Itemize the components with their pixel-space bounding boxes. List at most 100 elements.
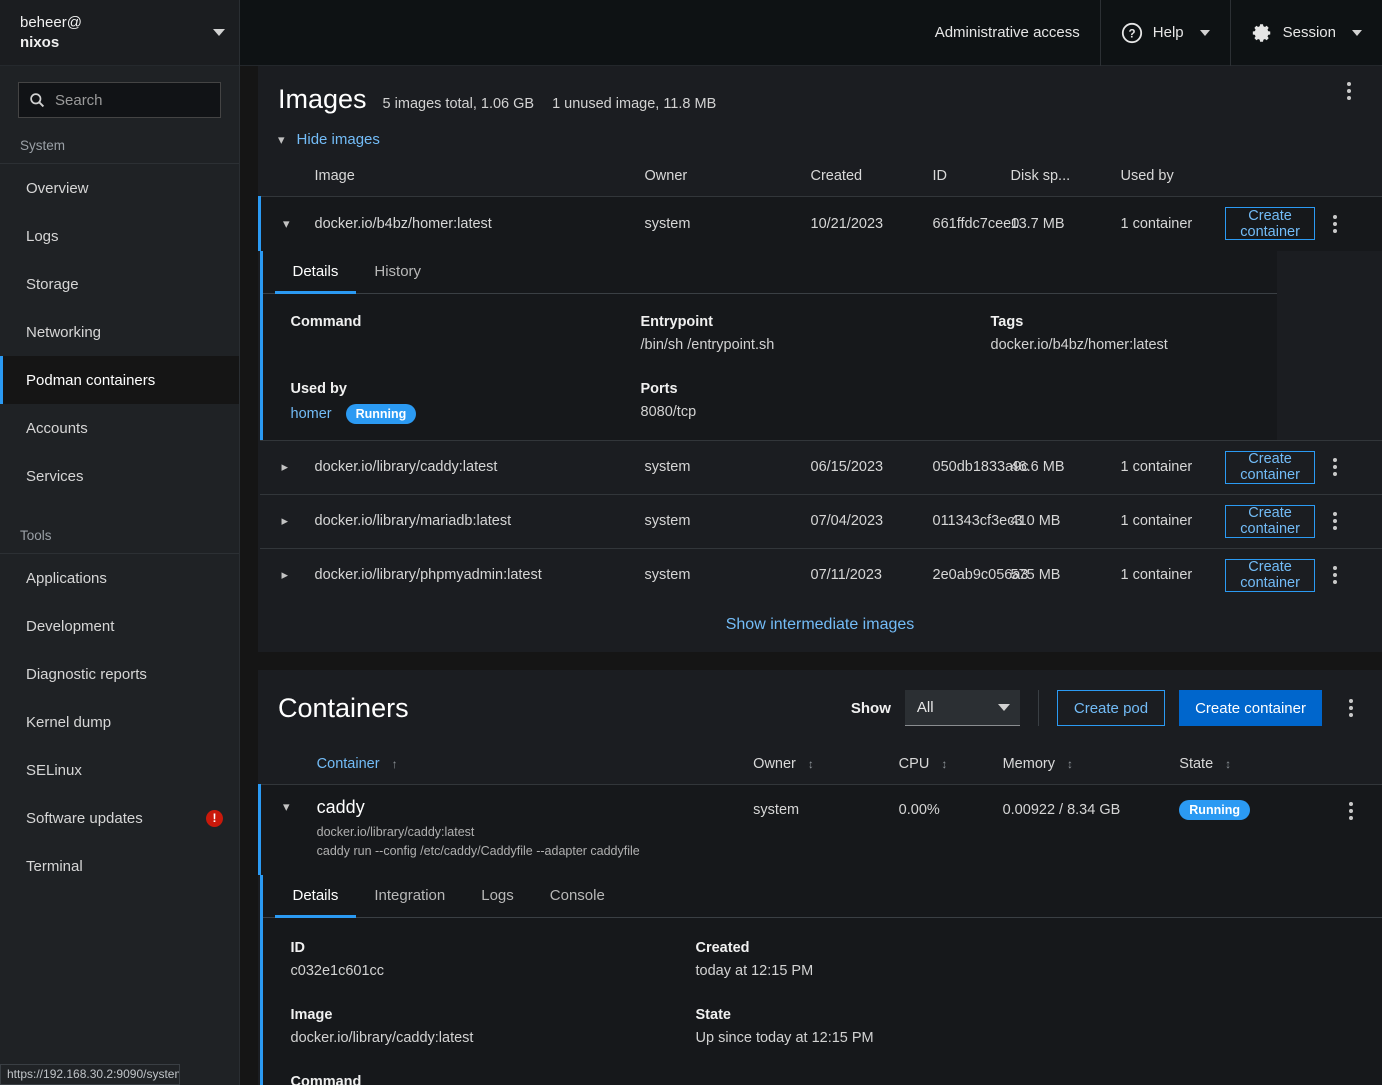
search-box[interactable] xyxy=(18,82,221,118)
sidebar-item-label: Services xyxy=(26,468,84,485)
sidebar-item-label: Kernel dump xyxy=(26,714,111,731)
detail-command-label: Command xyxy=(291,314,641,330)
row-expand-toggle[interactable]: ▸ xyxy=(282,459,289,474)
sidebar-item-networking[interactable]: Networking xyxy=(0,308,239,356)
detail-ports-label: Ports xyxy=(641,381,991,397)
sidebar-item-storage[interactable]: Storage xyxy=(0,260,239,308)
sidebar-item-label: Terminal xyxy=(26,858,83,875)
session-menu-button[interactable]: Session xyxy=(1230,0,1382,66)
hide-images-toggle[interactable]: ▾ Hide images xyxy=(258,115,1382,158)
nav-group-label-tools: Tools xyxy=(0,520,239,554)
detail-id-label: ID xyxy=(291,940,696,956)
sidebar-item-label: Development xyxy=(26,618,114,635)
col-owner[interactable]: Owner ↕ xyxy=(753,746,899,785)
sidebar-item-terminal[interactable]: Terminal xyxy=(0,842,239,890)
row-expand-toggle[interactable]: ▸ xyxy=(282,567,289,582)
tab-integration[interactable]: Integration xyxy=(356,875,463,918)
table-row[interactable]: ▸ docker.io/library/phpmyadmin:latest sy… xyxy=(260,548,1382,602)
search-input[interactable] xyxy=(55,92,254,109)
tab-details[interactable]: Details xyxy=(275,875,357,918)
image-disk: 410 MB xyxy=(1011,494,1121,548)
row-kebab-menu[interactable] xyxy=(1333,458,1337,476)
image-created: 07/04/2023 xyxy=(811,494,933,548)
row-expand-toggle[interactable]: ▾ xyxy=(283,216,290,231)
sort-icon: ↕ xyxy=(1225,757,1231,771)
container-detail-panel: Details Integration Logs Console ID c xyxy=(260,875,1382,1085)
create-container-button[interactable]: Create container xyxy=(1225,207,1315,240)
image-owner: system xyxy=(645,548,811,602)
browser-status-bar: https://192.168.30.2:9090/system xyxy=(0,1064,180,1085)
image-detail-grid: Command Entrypoint /bin/sh /entrypoint.s… xyxy=(263,294,1278,440)
col-owner-label: Owner xyxy=(753,756,796,772)
help-menu-button[interactable]: ? Help xyxy=(1100,0,1230,66)
row-expand-toggle[interactable]: ▸ xyxy=(282,513,289,528)
tab-console[interactable]: Console xyxy=(532,875,623,918)
sidebar-item-development[interactable]: Development xyxy=(0,602,239,650)
sidebar-item-logs[interactable]: Logs xyxy=(0,212,239,260)
col-container[interactable]: Container ↑ xyxy=(317,746,754,785)
tab-logs[interactable]: Logs xyxy=(463,875,532,918)
col-memory[interactable]: Memory ↕ xyxy=(1003,746,1180,785)
images-card: Images 5 images total, 1.06 GB 1 unused … xyxy=(258,66,1382,652)
show-filter-label: Show xyxy=(851,700,891,717)
detail-command: Command xyxy=(291,1074,696,1085)
image-name: docker.io/b4bz/homer:latest xyxy=(315,197,645,251)
detail-used-by: Used by homer Running xyxy=(291,381,641,424)
session-label: Session xyxy=(1283,24,1336,41)
sidebar-item-accounts[interactable]: Accounts xyxy=(0,404,239,452)
image-created: 07/11/2023 xyxy=(811,548,933,602)
show-intermediate-images-link[interactable]: Show intermediate images xyxy=(258,602,1382,638)
create-container-button[interactable]: Create container xyxy=(1225,505,1315,538)
create-container-button[interactable]: Create container xyxy=(1225,559,1315,592)
create-container-button[interactable]: Create container xyxy=(1179,690,1322,726)
image-disk: 46.6 MB xyxy=(1011,440,1121,494)
table-row[interactable]: ▸ docker.io/library/caddy:latest system … xyxy=(260,440,1382,494)
image-name: docker.io/library/mariadb:latest xyxy=(315,494,645,548)
containers-table-header-row: Container ↑ Owner ↕ CPU ↕ xyxy=(260,746,1382,785)
table-row[interactable]: ▾ docker.io/b4bz/homer:latest system 10/… xyxy=(260,197,1382,251)
images-card-kebab-menu[interactable] xyxy=(1338,78,1360,104)
sidebar-item-services[interactable]: Services xyxy=(0,452,239,500)
administrative-access-button[interactable]: Administrative access xyxy=(915,0,1100,66)
row-kebab-menu[interactable] xyxy=(1333,566,1337,584)
sidebar-item-selinux[interactable]: SELinux xyxy=(0,746,239,794)
table-row[interactable]: ▸ docker.io/library/mariadb:latest syste… xyxy=(260,494,1382,548)
sidebar-item-podman-containers[interactable]: Podman containers xyxy=(0,356,239,404)
gear-icon xyxy=(1251,22,1273,44)
row-kebab-menu[interactable] xyxy=(1320,802,1382,820)
image-id: 011343cf3ec3 xyxy=(933,494,1011,548)
sidebar-item-diagnostic-reports[interactable]: Diagnostic reports xyxy=(0,650,239,698)
col-state[interactable]: State ↕ xyxy=(1179,746,1319,785)
sidebar-item-label: Storage xyxy=(26,276,79,293)
image-owner: system xyxy=(645,494,811,548)
detail-used-by-link[interactable]: homer xyxy=(291,406,332,422)
table-row[interactable]: ▾ caddy docker.io/library/caddy:latest c… xyxy=(260,785,1382,875)
host-switcher[interactable]: beheer@ nixos xyxy=(0,0,239,66)
images-unused-summary: 1 unused image, 11.8 MB xyxy=(552,96,716,112)
row-kebab-menu[interactable] xyxy=(1333,512,1337,530)
containers-card-kebab-menu[interactable] xyxy=(1340,695,1362,721)
tab-history[interactable]: History xyxy=(356,251,439,294)
sidebar-item-kernel-dump[interactable]: Kernel dump xyxy=(0,698,239,746)
sidebar-item-software-updates[interactable]: Software updates ! xyxy=(0,794,239,842)
image-detail-row: Details History Command xyxy=(260,251,1382,441)
row-expand-toggle[interactable]: ▾ xyxy=(283,799,290,814)
sidebar-item-label: Accounts xyxy=(26,420,88,437)
detail-image-value: docker.io/library/caddy:latest xyxy=(291,1030,696,1046)
create-pod-button[interactable]: Create pod xyxy=(1057,690,1165,726)
image-name: docker.io/library/phpmyadmin:latest xyxy=(315,548,645,602)
row-kebab-menu[interactable] xyxy=(1333,215,1337,233)
container-cpu: 0.00% xyxy=(899,785,1003,875)
tab-details[interactable]: Details xyxy=(275,251,357,294)
administrative-access-label: Administrative access xyxy=(935,24,1080,41)
sort-icon: ↕ xyxy=(808,757,814,771)
image-id: 2e0ab9c056a3 xyxy=(933,548,1011,602)
sidebar-item-label: Diagnostic reports xyxy=(26,666,147,683)
col-cpu[interactable]: CPU ↕ xyxy=(899,746,1003,785)
sidebar-item-applications[interactable]: Applications xyxy=(0,554,239,602)
show-filter-select[interactable]: All xyxy=(905,690,1020,726)
sidebar-item-overview[interactable]: Overview xyxy=(0,164,239,212)
app-root: beheer@ nixos System Overview Logs Stora… xyxy=(0,0,1382,1085)
create-container-button[interactable]: Create container xyxy=(1225,451,1315,484)
sidebar-item-label: SELinux xyxy=(26,762,82,779)
